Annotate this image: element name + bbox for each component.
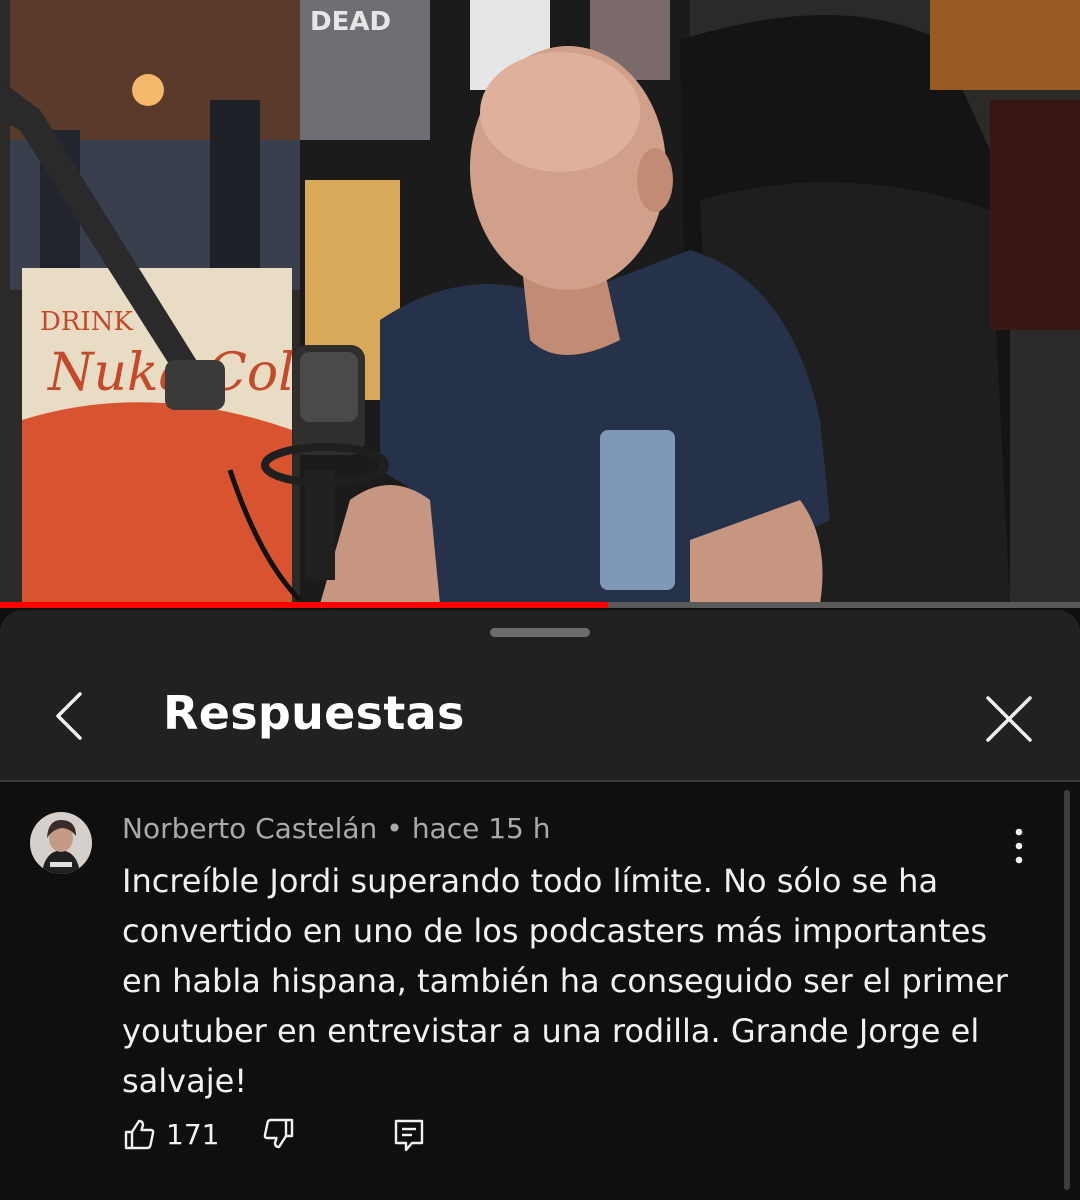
scrollbar[interactable] xyxy=(1064,790,1070,1190)
comment-meta: Norberto Castelán • hace 15 h xyxy=(122,812,551,845)
sheet-header: Respuestas xyxy=(0,610,1080,780)
svg-text:DRINK: DRINK xyxy=(40,307,133,337)
svg-text:DEAD: DEAD xyxy=(310,7,391,37)
video-progress-played xyxy=(0,602,609,608)
drag-handle[interactable] xyxy=(490,628,590,637)
back-button[interactable] xyxy=(48,688,92,744)
thumbs-up-icon xyxy=(124,1119,155,1150)
dislike-button[interactable] xyxy=(262,1117,296,1151)
comment-actions: 171 xyxy=(0,1117,1080,1177)
comment-time: hace 15 h xyxy=(411,812,551,845)
sheet-title: Respuestas xyxy=(163,686,465,740)
video-frame-image: DRINK Nuka-Cola DEAD xyxy=(0,0,1080,604)
comment-item: Norberto Castelán • hace 15 h Increíble Jo… xyxy=(0,782,1080,1200)
comment-text: Increíble Jordi superando todo límite. N… xyxy=(122,862,1008,1100)
replies-sheet: Respuestas Norberto Castelán •hace 15 h xyxy=(0,610,1080,1200)
like-button[interactable]: 171 xyxy=(122,1117,219,1151)
comment-author[interactable]: Norberto Castelán xyxy=(122,812,377,845)
chevron-left-icon xyxy=(56,692,82,740)
thumbs-down-icon xyxy=(263,1118,294,1149)
video-progress-bar[interactable] xyxy=(0,602,1080,608)
user-avatar-image xyxy=(30,812,92,874)
avatar[interactable] xyxy=(30,812,92,874)
close-button[interactable] xyxy=(982,692,1036,746)
meta-separator: • xyxy=(386,812,403,845)
reply-icon xyxy=(394,1119,424,1152)
close-icon xyxy=(986,696,1032,742)
video-player[interactable]: DRINK Nuka-Cola DEAD xyxy=(0,0,1080,604)
reply-button[interactable] xyxy=(392,1117,426,1155)
like-count: 171 xyxy=(166,1117,220,1151)
